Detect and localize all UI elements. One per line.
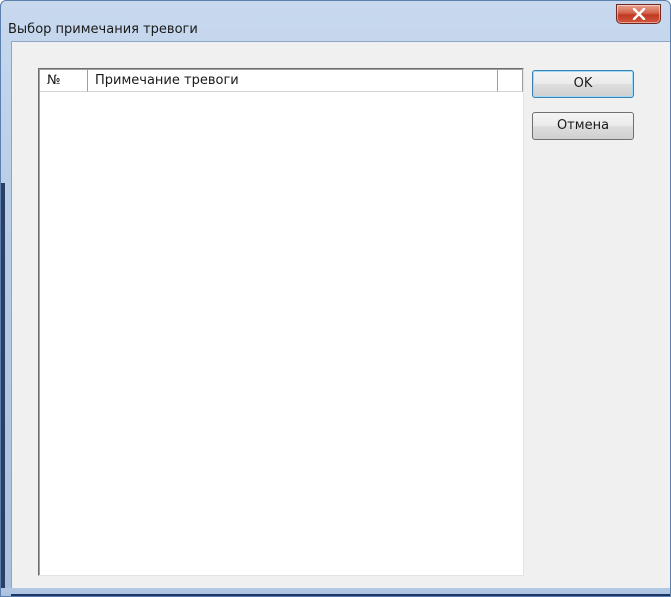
close-button[interactable] [616,4,661,24]
close-icon [632,8,646,20]
column-header-number[interactable]: № [40,70,88,92]
column-header-extra[interactable] [498,70,523,92]
window-left-edge [1,183,5,596]
alarm-note-list[interactable]: № Примечание тревоги [38,68,524,576]
dialog-window: Выбор примечания тревоги № Примечание тр… [0,0,671,597]
cancel-button[interactable]: Отмена [532,112,634,140]
ok-button[interactable]: OK [532,70,634,98]
window-title: Выбор примечания тревоги [8,22,198,37]
list-header: № Примечание тревоги [40,70,523,92]
column-header-alarm-note[interactable]: Примечание тревоги [88,70,498,92]
title-bar[interactable]: Выбор примечания тревоги [1,1,670,41]
dialog-client-area: № Примечание тревоги OK Отмена [11,41,670,588]
